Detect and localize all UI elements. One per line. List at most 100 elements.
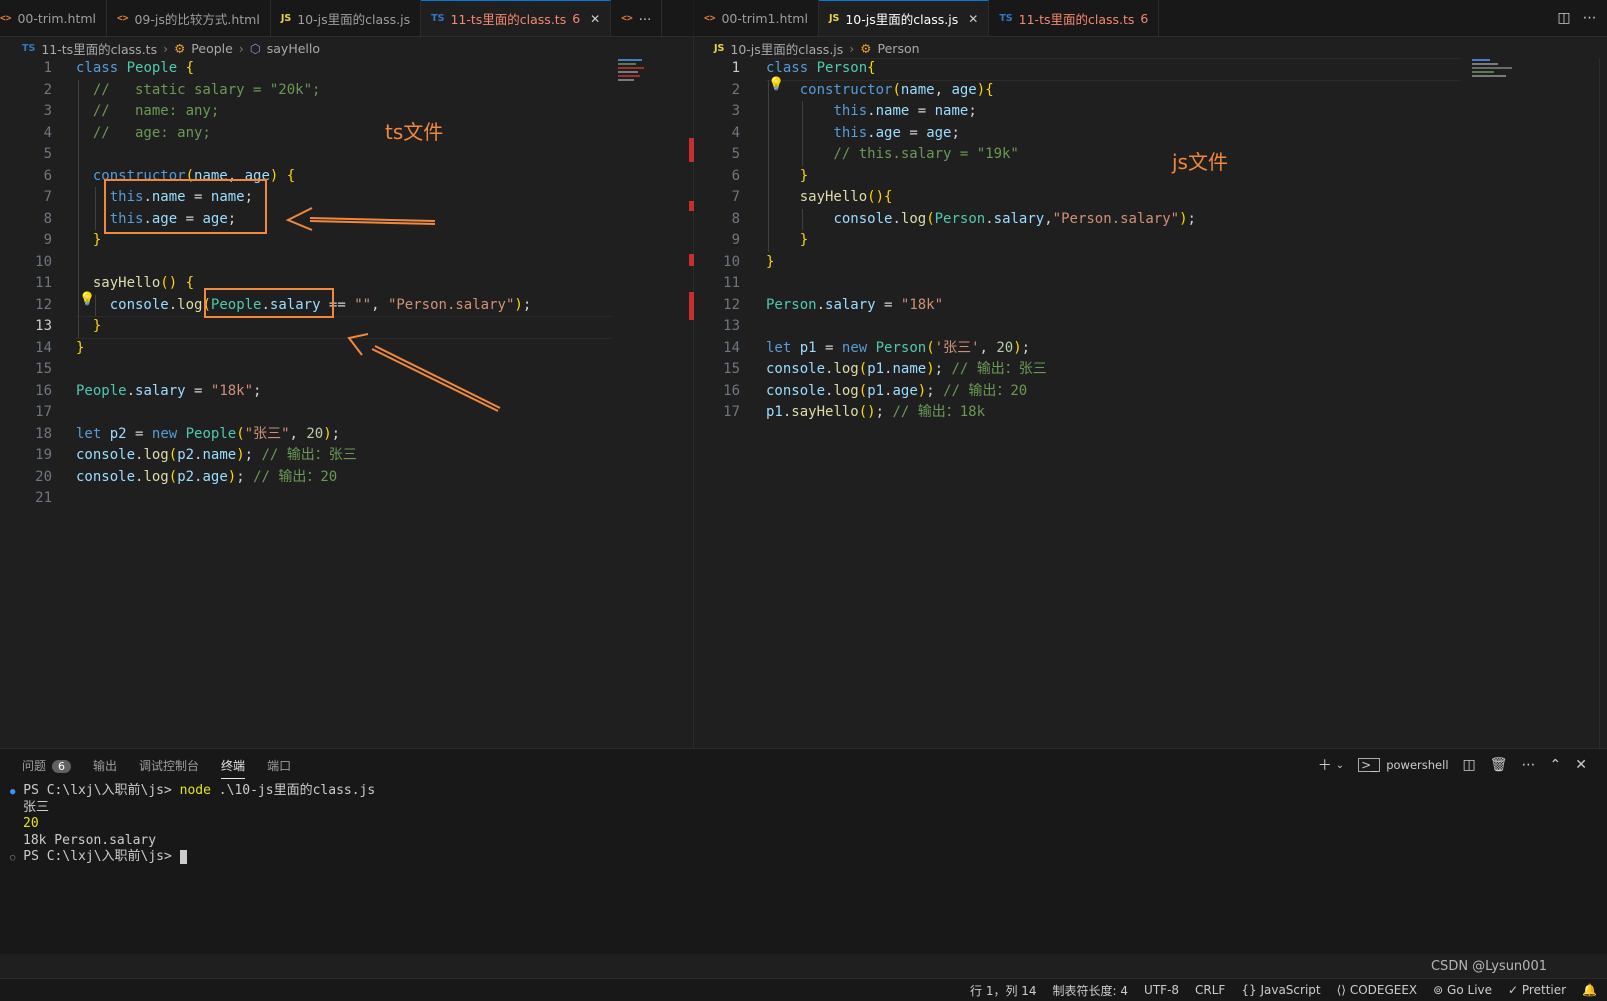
- terminal-output-line: 18k Person.salary: [23, 832, 157, 848]
- scrollbar[interactable]: [1599, 58, 1607, 748]
- class-icon: ⚙: [174, 40, 186, 56]
- tab-00-trim1-html[interactable]: <> 00-trim1.html: [694, 0, 819, 36]
- success-dot-icon: ●: [10, 787, 16, 797]
- lightbulb-icon[interactable]: 💡: [768, 77, 784, 92]
- annotation-arrows: [285, 207, 501, 412]
- code-line: console.log(p1.name); // 输出：张三: [766, 361, 1047, 377]
- tab-problems[interactable]: 问题 6: [22, 757, 72, 779]
- line-number: 8: [731, 210, 740, 227]
- split-terminal-icon[interactable]: ◫: [1463, 757, 1476, 773]
- codegeex-status[interactable]: ⟨⟩ CODEGEEX: [1337, 983, 1418, 997]
- go-live-button[interactable]: ⊚ Go Live: [1433, 983, 1492, 997]
- more-actions-icon[interactable]: ⋯: [1522, 757, 1536, 773]
- maximize-panel-icon[interactable]: ⌃: [1550, 757, 1562, 773]
- tab-label: 10-js里面的class.js: [845, 12, 959, 27]
- split-icon[interactable]: ◫: [1557, 10, 1570, 26]
- code-line: this.age = age;: [833, 124, 960, 141]
- terminal-line: 18k Person.salary: [10, 833, 375, 850]
- terminal-prompt: PS C:\lxj\入职前\js>: [23, 849, 180, 864]
- terminal-line: ● PS C:\lxj\入职前\js> node .\10-js里面的class…: [10, 783, 375, 800]
- terminal-cursor: [179, 849, 187, 864]
- code-line: }: [799, 232, 809, 248]
- panel-tabs: 问题 6 输出 调试控制台 终端 端口: [22, 757, 291, 779]
- prettier-label: Prettier: [1521, 983, 1567, 997]
- prettier-status[interactable]: ✓ Prettier: [1508, 983, 1566, 997]
- tab-09-js-html[interactable]: <> 09-js的比较方式.html: [107, 0, 271, 36]
- left-tab-bar: <> 00-trim.html <> 09-js的比较方式.html JS 10…: [0, 0, 693, 37]
- tab-terminal[interactable]: 终端: [221, 757, 246, 779]
- tab-label: 输出: [93, 759, 118, 773]
- code-line: // this.salary = "19k": [766, 146, 1019, 162]
- line-number: 14: [723, 339, 740, 356]
- terminal-output[interactable]: ● PS C:\lxj\入职前\js> node .\10-js里面的class…: [10, 783, 375, 866]
- close-icon[interactable]: ✕: [968, 12, 978, 26]
- tab-output[interactable]: 输出: [93, 757, 117, 779]
- encoding[interactable]: UTF-8: [1144, 983, 1179, 997]
- close-icon[interactable]: ✕: [590, 12, 600, 26]
- line-number: 16: [723, 382, 740, 399]
- breadcrumb-file[interactable]: 10-js里面的class.js: [730, 39, 843, 58]
- terminal-icon: >_: [1358, 758, 1381, 772]
- right-editor[interactable]: 1 2 3 4 5 6 7 8 9 10 11 12 13 14 15 16 1…: [694, 58, 1607, 748]
- tab-11-ts-class[interactable]: TS 11-ts里面的class.ts 6 ✕: [421, 0, 612, 36]
- terminal-output-line: 张三: [23, 799, 50, 815]
- line-number: 11: [723, 275, 740, 291]
- terminal-line: 张三: [10, 800, 375, 817]
- tab-00-trim-html[interactable]: <> 00-trim.html: [0, 0, 108, 36]
- tab-11-ts-class-right[interactable]: TS 11-ts里面的class.ts 6: [989, 0, 1160, 36]
- chevron-down-icon[interactable]: ⌄: [1336, 760, 1344, 771]
- terminal-command: node: [179, 783, 219, 798]
- code-line: sayHello(){: [799, 189, 893, 205]
- tab-debug-console[interactable]: 调试控制台: [139, 757, 199, 779]
- breadcrumb-class[interactable]: People: [191, 41, 233, 56]
- code-line: }: [799, 167, 809, 184]
- cursor-position[interactable]: 行 1，列 14: [970, 982, 1037, 999]
- line-number: 2: [731, 81, 740, 98]
- split-editor-icon[interactable]: ◫ ⋯: [1547, 0, 1607, 36]
- tab-bar-spacer: [1159, 0, 1547, 36]
- codegeex-label: CODEGEEX: [1349, 983, 1418, 997]
- code-line: this.name = name;: [833, 103, 977, 119]
- tab-10-js-class-right[interactable]: JS 10-js里面的class.js ✕: [818, 0, 990, 36]
- close-panel-icon[interactable]: ✕: [1575, 757, 1587, 773]
- line-number: 12: [723, 296, 740, 313]
- breadcrumb-method[interactable]: sayHello: [267, 41, 320, 56]
- language-mode[interactable]: {} JavaScript: [1241, 983, 1320, 997]
- minimap-line: [1472, 67, 1512, 69]
- line-number: 13: [723, 318, 740, 334]
- tab-size[interactable]: 制表符长度: 4: [1053, 982, 1129, 999]
- right-minimap[interactable]: [1472, 58, 1532, 94]
- problems-count-badge: 6: [52, 760, 72, 773]
- go-live-label: Go Live: [1447, 983, 1493, 997]
- more-tabs-icon[interactable]: ⋯: [639, 11, 652, 26]
- tab-10-js-class[interactable]: JS 10-js里面的class.js: [271, 0, 422, 36]
- left-editor[interactable]: 1 2 3 4 5 6 7 8 9 10 11 12 13 14 15 16 1…: [0, 58, 694, 748]
- more-actions-icon[interactable]: ⋯: [1583, 10, 1597, 26]
- terminal-prompt: PS C:\lxj\入职前\js>: [23, 783, 180, 798]
- code-line: }: [766, 253, 775, 270]
- codegeex-icon: ⟨⟩: [1336, 983, 1346, 997]
- notifications-icon[interactable]: 🔔: [1582, 983, 1597, 997]
- method-icon: ⬡: [249, 40, 261, 56]
- tab-overflow[interactable]: <> ⋯: [611, 0, 663, 36]
- line-number: 7: [731, 189, 740, 205]
- tab-error-count: 6: [572, 11, 581, 26]
- trash-icon[interactable]: 🗑: [1490, 757, 1508, 773]
- breadcrumb-right: JS 10-js里面的class.js › ⚙ Person: [714, 37, 920, 59]
- tab-label: 问题: [22, 759, 47, 773]
- tab-ports[interactable]: 端口: [267, 757, 291, 779]
- new-terminal-icon[interactable]: ＋: [1318, 755, 1332, 775]
- minimap-line: [1472, 63, 1498, 65]
- html-file-icon: <>: [621, 12, 633, 24]
- eol[interactable]: CRLF: [1195, 983, 1225, 997]
- breadcrumb-file[interactable]: 11-ts里面的class.ts: [41, 39, 157, 58]
- code-line: console.log(Person.salary,"Person.salary…: [833, 210, 1196, 227]
- html-file-icon: <>: [0, 12, 12, 24]
- shell-label[interactable]: powershell: [1386, 758, 1448, 772]
- breadcrumb-class[interactable]: Person: [878, 41, 920, 56]
- minimap-line: [1472, 75, 1506, 77]
- line-number: 10: [723, 253, 740, 270]
- tab-label: 09-js的比较方式.html: [134, 11, 260, 27]
- language-label: JavaScript: [1260, 983, 1321, 997]
- js-file-icon: JS: [714, 42, 725, 54]
